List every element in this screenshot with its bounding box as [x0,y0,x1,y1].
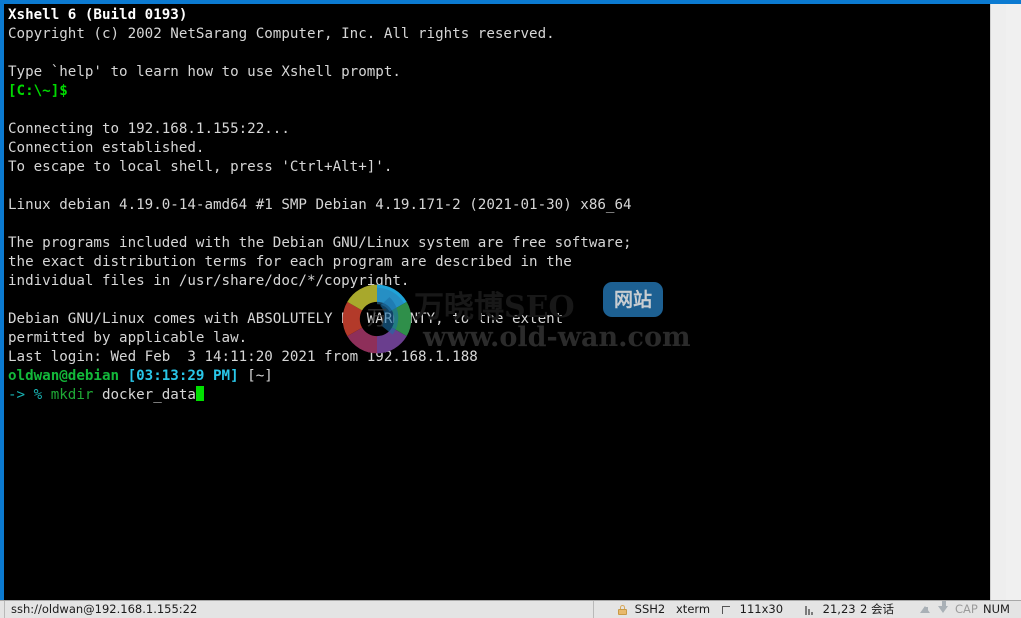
terminal-line: Copyright (c) 2002 NetSarang Computer, I… [8,25,1006,44]
status-connection-cell: ssh://oldwan@192.168.1.155:22 [4,601,594,618]
status-bar: ssh://oldwan@192.168.1.155:22 SSH2 xterm… [0,600,1021,618]
arrow-down-icon [938,601,949,618]
status-caps-lock-label: CAP [955,602,978,616]
status-terminal-type-cell: xterm [676,601,710,618]
status-connection-label: ssh://oldwan@192.168.1.155:22 [11,602,198,616]
terminal-text-run: [C:\~]$ [8,83,68,99]
terminal-cursor [195,386,205,401]
cursor-position-icon [805,605,815,615]
status-sessions-cell[interactable]: 2 会话 [860,601,894,618]
status-protocol-label: SSH2 [634,602,666,616]
terminal-text-run: % [33,387,51,403]
status-num-lock-label: NUM [983,602,1010,616]
terminal-text-run: Xshell 6 (Build 0193) [8,7,188,23]
terminal-text-run: permitted by applicable law. [8,330,248,346]
terminal-text-run: To escape to local shell, press 'Ctrl+Al… [8,159,393,175]
terminal-pane[interactable]: Xshell 6 (Build 0193) Copyright (c) 2002 … [4,4,1006,600]
terminal-line: permitted by applicable law. [8,329,1006,348]
status-sessions-label: 2 会话 [860,602,894,616]
status-transfer-up [920,601,931,618]
terminal-line: Connecting to 192.168.1.155:22... [8,120,1006,139]
status-terminal-type-label: xterm [676,602,711,616]
terminal-line: Connection established. [8,139,1006,158]
status-dimensions-label: 111x30 [739,602,784,616]
terminal-line: To escape to local shell, press 'Ctrl+Al… [8,158,1006,177]
resize-icon [722,605,732,615]
status-num-lock-cell: NUM [983,601,1010,618]
terminal-text-run: Linux debian 4.19.0-14-amd64 #1 SMP Debi… [8,197,632,213]
terminal-text-run: individual files in /usr/share/doc/*/cop… [8,273,410,289]
terminal-line: -> % mkdir docker_data [8,386,1006,405]
terminal-line: Linux debian 4.19.0-14-amd64 #1 SMP Debi… [8,196,1006,215]
terminal-line: Debian GNU/Linux comes with ABSOLUTELY N… [8,310,1006,329]
terminal-text-run [119,368,128,384]
terminal-line: the exact distribution terms for each pr… [8,253,1006,272]
terminal-text-run: oldwan@debian [8,368,120,384]
terminal-line: individual files in /usr/share/doc/*/cop… [8,272,1006,291]
status-protocol-cell: SSH2 [618,601,665,618]
terminal-text-run: [~] [238,368,273,384]
status-caps-lock-cell: CAP [955,601,978,618]
status-dimensions-cell: 111x30 [722,601,783,618]
arrow-up-icon [920,601,931,618]
terminal-text-run: The programs included with the Debian GN… [8,235,632,251]
terminal-text-run: the exact distribution terms for each pr… [8,254,572,270]
terminal-text-run: [03:13:29 PM] [127,368,239,384]
lock-icon [618,605,627,615]
terminal-text-run: Copyright (c) 2002 NetSarang Computer, I… [8,26,555,42]
terminal-line: oldwan@debian [03:13:29 PM] [~] [8,367,1006,386]
status-cursor-position-cell: 21,23 [805,601,856,618]
terminal-text-run: mkdir [50,387,94,403]
terminal-text-run: Connecting to 192.168.1.155:22... [8,121,290,137]
terminal-line: [C:\~]$ [8,82,1006,101]
terminal-text-run: Debian GNU/Linux comes with ABSOLUTELY N… [8,311,564,327]
terminal-line: The programs included with the Debian GN… [8,234,1006,253]
terminal-text-run: -> [8,387,34,403]
terminal-text-run: Type `help' to learn how to use Xshell p… [8,64,401,80]
terminal-line: Xshell 6 (Build 0193) [8,6,1006,25]
terminal-text-run: Last login: Wed Feb 3 14:11:20 2021 from… [8,349,478,365]
terminal-text-run: docker_data [93,387,196,403]
status-cursor-position-label: 21,23 [822,602,856,616]
terminal-text-run: Connection established. [8,140,205,156]
xshell-window: Xshell 6 (Build 0193) Copyright (c) 2002 … [0,0,1021,618]
terminal-scrollbar[interactable] [990,4,1006,600]
status-transfer-down [938,601,949,618]
terminal-line: Type `help' to learn how to use Xshell p… [8,63,1006,82]
terminal-output: Xshell 6 (Build 0193) Copyright (c) 2002 … [8,6,1006,405]
terminal-line: Last login: Wed Feb 3 14:11:20 2021 from… [8,348,1006,367]
